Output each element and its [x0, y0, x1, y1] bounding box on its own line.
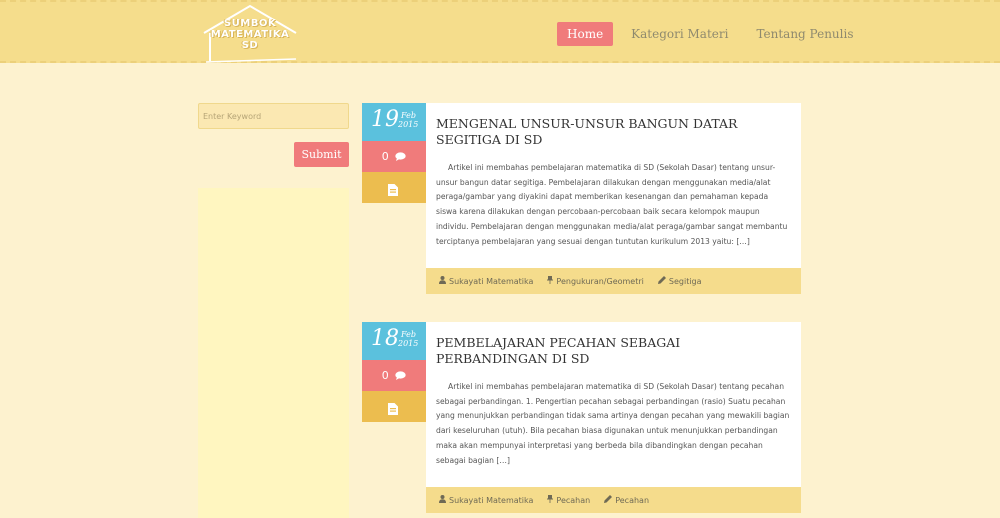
- site-header: SUMBOK MATEMATIKA SD Home Kategori Mater…: [0, 0, 1000, 63]
- post-title[interactable]: MENGENAL UNSUR-UNSUR BANGUN DATAR SEGITI…: [436, 116, 796, 148]
- post-content: MENGENAL UNSUR-UNSUR BANGUN DATAR SEGITI…: [426, 103, 801, 294]
- post-tag-label: Segitiga: [668, 276, 702, 286]
- post-category[interactable]: Pecahan: [547, 495, 590, 505]
- comment-icon: [395, 142, 406, 173]
- pin-icon: [547, 495, 554, 505]
- post-tag[interactable]: Segitiga: [657, 276, 702, 286]
- post-date: 18 Feb 2015: [362, 322, 426, 360]
- nav-item-kategori-materi[interactable]: Kategori Materi: [621, 22, 738, 46]
- logo-line: MATEMATIKA: [210, 29, 290, 40]
- pin-icon: [547, 276, 554, 286]
- post-date: 19 Feb 2015: [362, 103, 426, 141]
- post-format[interactable]: [362, 391, 426, 422]
- post-date-year: 2015: [398, 120, 419, 129]
- post-category-label: Pecahan: [556, 495, 591, 505]
- post-date-day: 18: [371, 326, 399, 351]
- post-format[interactable]: [362, 172, 426, 203]
- submit-button[interactable]: Submit: [294, 142, 349, 167]
- comment-count: 0: [381, 150, 389, 163]
- post-date-year: 2015: [398, 339, 419, 348]
- nav-item-tentang-penulis[interactable]: Tentang Penulis: [746, 22, 863, 46]
- post-tag-label: Pecahan: [615, 495, 650, 505]
- site-logo[interactable]: SUMBOK MATEMATIKA SD: [200, 3, 300, 63]
- document-icon: [388, 400, 398, 419]
- post-footer: Sukayati Matematika Pengukuran/Geometri …: [426, 268, 801, 294]
- post-meta-column: 18 Feb 2015 0: [362, 322, 426, 422]
- post-title[interactable]: PEMBELAJARAN PECAHAN SEBAGAI PERBANDINGA…: [436, 335, 796, 367]
- post-meta-column: 19 Feb 2015 0: [362, 103, 426, 203]
- logo-line: SUMBOK: [223, 18, 277, 29]
- pencil-icon: [604, 495, 613, 505]
- user-icon: [439, 495, 446, 505]
- post-author-name: Sukayati Matematika: [449, 495, 534, 505]
- post-date-month: Feb: [401, 330, 416, 339]
- post-tag[interactable]: Pecahan: [604, 495, 649, 505]
- post-excerpt: Artikel ini membahas pembelajaran matema…: [436, 163, 788, 246]
- post-comments[interactable]: 0: [362, 141, 426, 172]
- comment-icon: [395, 361, 406, 392]
- nav-item-home[interactable]: Home: [557, 22, 614, 46]
- post-footer: Sukayati Matematika Pecahan Pecahan: [426, 487, 801, 513]
- search-input[interactable]: [198, 103, 349, 129]
- logo-line: SD: [241, 40, 259, 51]
- user-icon: [439, 276, 446, 286]
- sidebar-widget: [198, 188, 349, 518]
- post-category[interactable]: Pengukuran/Geometri: [547, 276, 644, 286]
- post-category-label: Pengukuran/Geometri: [556, 276, 644, 286]
- logo-text: SUMBOK MATEMATIKA SD: [200, 18, 300, 51]
- post-excerpt: Artikel ini membahas pembelajaran matema…: [436, 382, 790, 465]
- post-content: PEMBELAJARAN PECAHAN SEBAGAI PERBANDINGA…: [426, 322, 801, 513]
- pencil-icon: [657, 276, 666, 286]
- main-nav: Home Kategori Materi Tentang Penulis: [557, 22, 871, 46]
- document-icon: [388, 181, 398, 200]
- comment-count: 0: [381, 369, 389, 382]
- post-author[interactable]: Sukayati Matematika: [439, 276, 533, 286]
- post-date-month: Feb: [401, 111, 416, 120]
- post-author-name: Sukayati Matematika: [449, 276, 534, 286]
- post-date-day: 19: [371, 107, 399, 132]
- post-comments[interactable]: 0: [362, 360, 426, 391]
- post-author[interactable]: Sukayati Matematika: [439, 495, 533, 505]
